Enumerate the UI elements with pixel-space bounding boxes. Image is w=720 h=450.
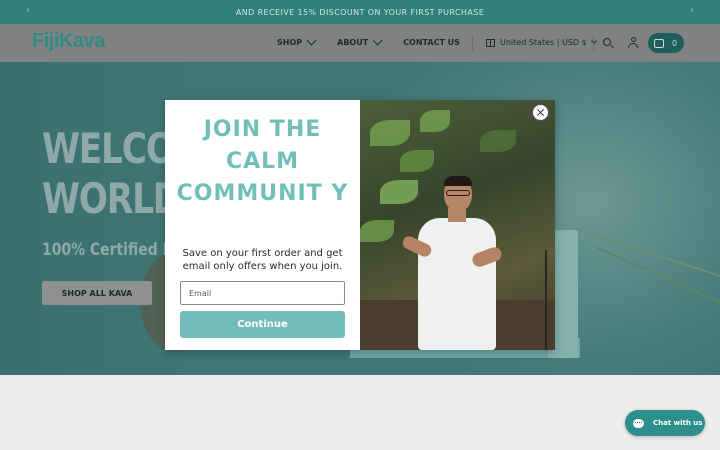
photo-leaf (400, 150, 434, 172)
announcement-bar: ‹ AND RECEIVE 15% DISCOUNT ON YOUR FIRST… (0, 0, 720, 24)
shop-all-kava-button[interactable]: SHOP ALL KAVA (42, 281, 152, 305)
photo-post (545, 250, 547, 350)
chat-label: Chat with us (653, 419, 703, 427)
chevron-down-icon (372, 35, 383, 46)
email-field[interactable] (180, 281, 345, 305)
cart-button[interactable]: 0 (648, 33, 684, 53)
nav-item-label: SHOP (277, 38, 303, 47)
account-icon[interactable] (628, 37, 638, 48)
photo-leaf (420, 110, 450, 132)
account-icon-body (628, 43, 638, 48)
cart-icon (654, 38, 664, 48)
locale-selector[interactable]: United States | USD $ (486, 38, 597, 47)
popup-photo (360, 100, 555, 350)
photo-leaf (360, 220, 394, 242)
photo-leaf (480, 130, 516, 152)
page: ‹ AND RECEIVE 15% DISCOUNT ON YOUR FIRST… (0, 0, 720, 450)
main-nav: SHOP ABOUT CONTACT US (277, 35, 482, 47)
popup-form-panel: JOIN THE CALM COMMUNIT Y Save on your fi… (165, 100, 360, 350)
close-popup-button[interactable] (532, 104, 549, 121)
signup-popup: JOIN THE CALM COMMUNIT Y Save on your fi… (165, 100, 555, 350)
nav-item-shop[interactable]: SHOP (277, 35, 317, 47)
map-icon (486, 38, 495, 47)
announcement-prev-icon[interactable]: ‹ (26, 5, 30, 16)
chat-bubble-icon (633, 418, 644, 428)
header-divider (593, 35, 594, 51)
nav-item-label: ABOUT (337, 38, 369, 47)
nav-item-about[interactable]: ABOUT (337, 35, 383, 47)
photo-leaf (380, 180, 418, 204)
chat-button[interactable]: Chat with us (625, 410, 705, 436)
photo-person-shirt (418, 218, 496, 350)
photo-leaf (370, 120, 410, 146)
site-header: FijiKava SHOP ABOUT CONTACT US United St… (0, 24, 720, 62)
popup-description: Save on your first order and get email o… (182, 248, 343, 272)
logo-text: FijiKava (32, 30, 105, 52)
account-icon-head (630, 37, 636, 42)
logo[interactable]: FijiKava (32, 30, 105, 53)
nav-item-contact[interactable]: CONTACT US (403, 38, 460, 47)
cart-count: 0 (672, 38, 678, 48)
announcement-next-icon[interactable]: › (690, 5, 694, 16)
popup-headline: JOIN THE CALM COMMUNIT Y (176, 117, 349, 206)
photo-person-glasses (446, 190, 470, 196)
nav-item-label: CONTACT US (403, 38, 460, 47)
chevron-down-icon (306, 35, 317, 46)
search-icon[interactable] (603, 38, 611, 46)
announcement-message: AND RECEIVE 15% DISCOUNT ON YOUR FIRST P… (235, 7, 485, 17)
hero-headline-line2: WORLD (42, 174, 181, 223)
close-icon (536, 108, 545, 117)
locale-label: United States | USD $ (500, 38, 587, 47)
photo-person-hair (444, 176, 472, 186)
header-divider (472, 35, 473, 51)
content-section (0, 375, 720, 450)
continue-button[interactable]: Continue (180, 311, 345, 338)
